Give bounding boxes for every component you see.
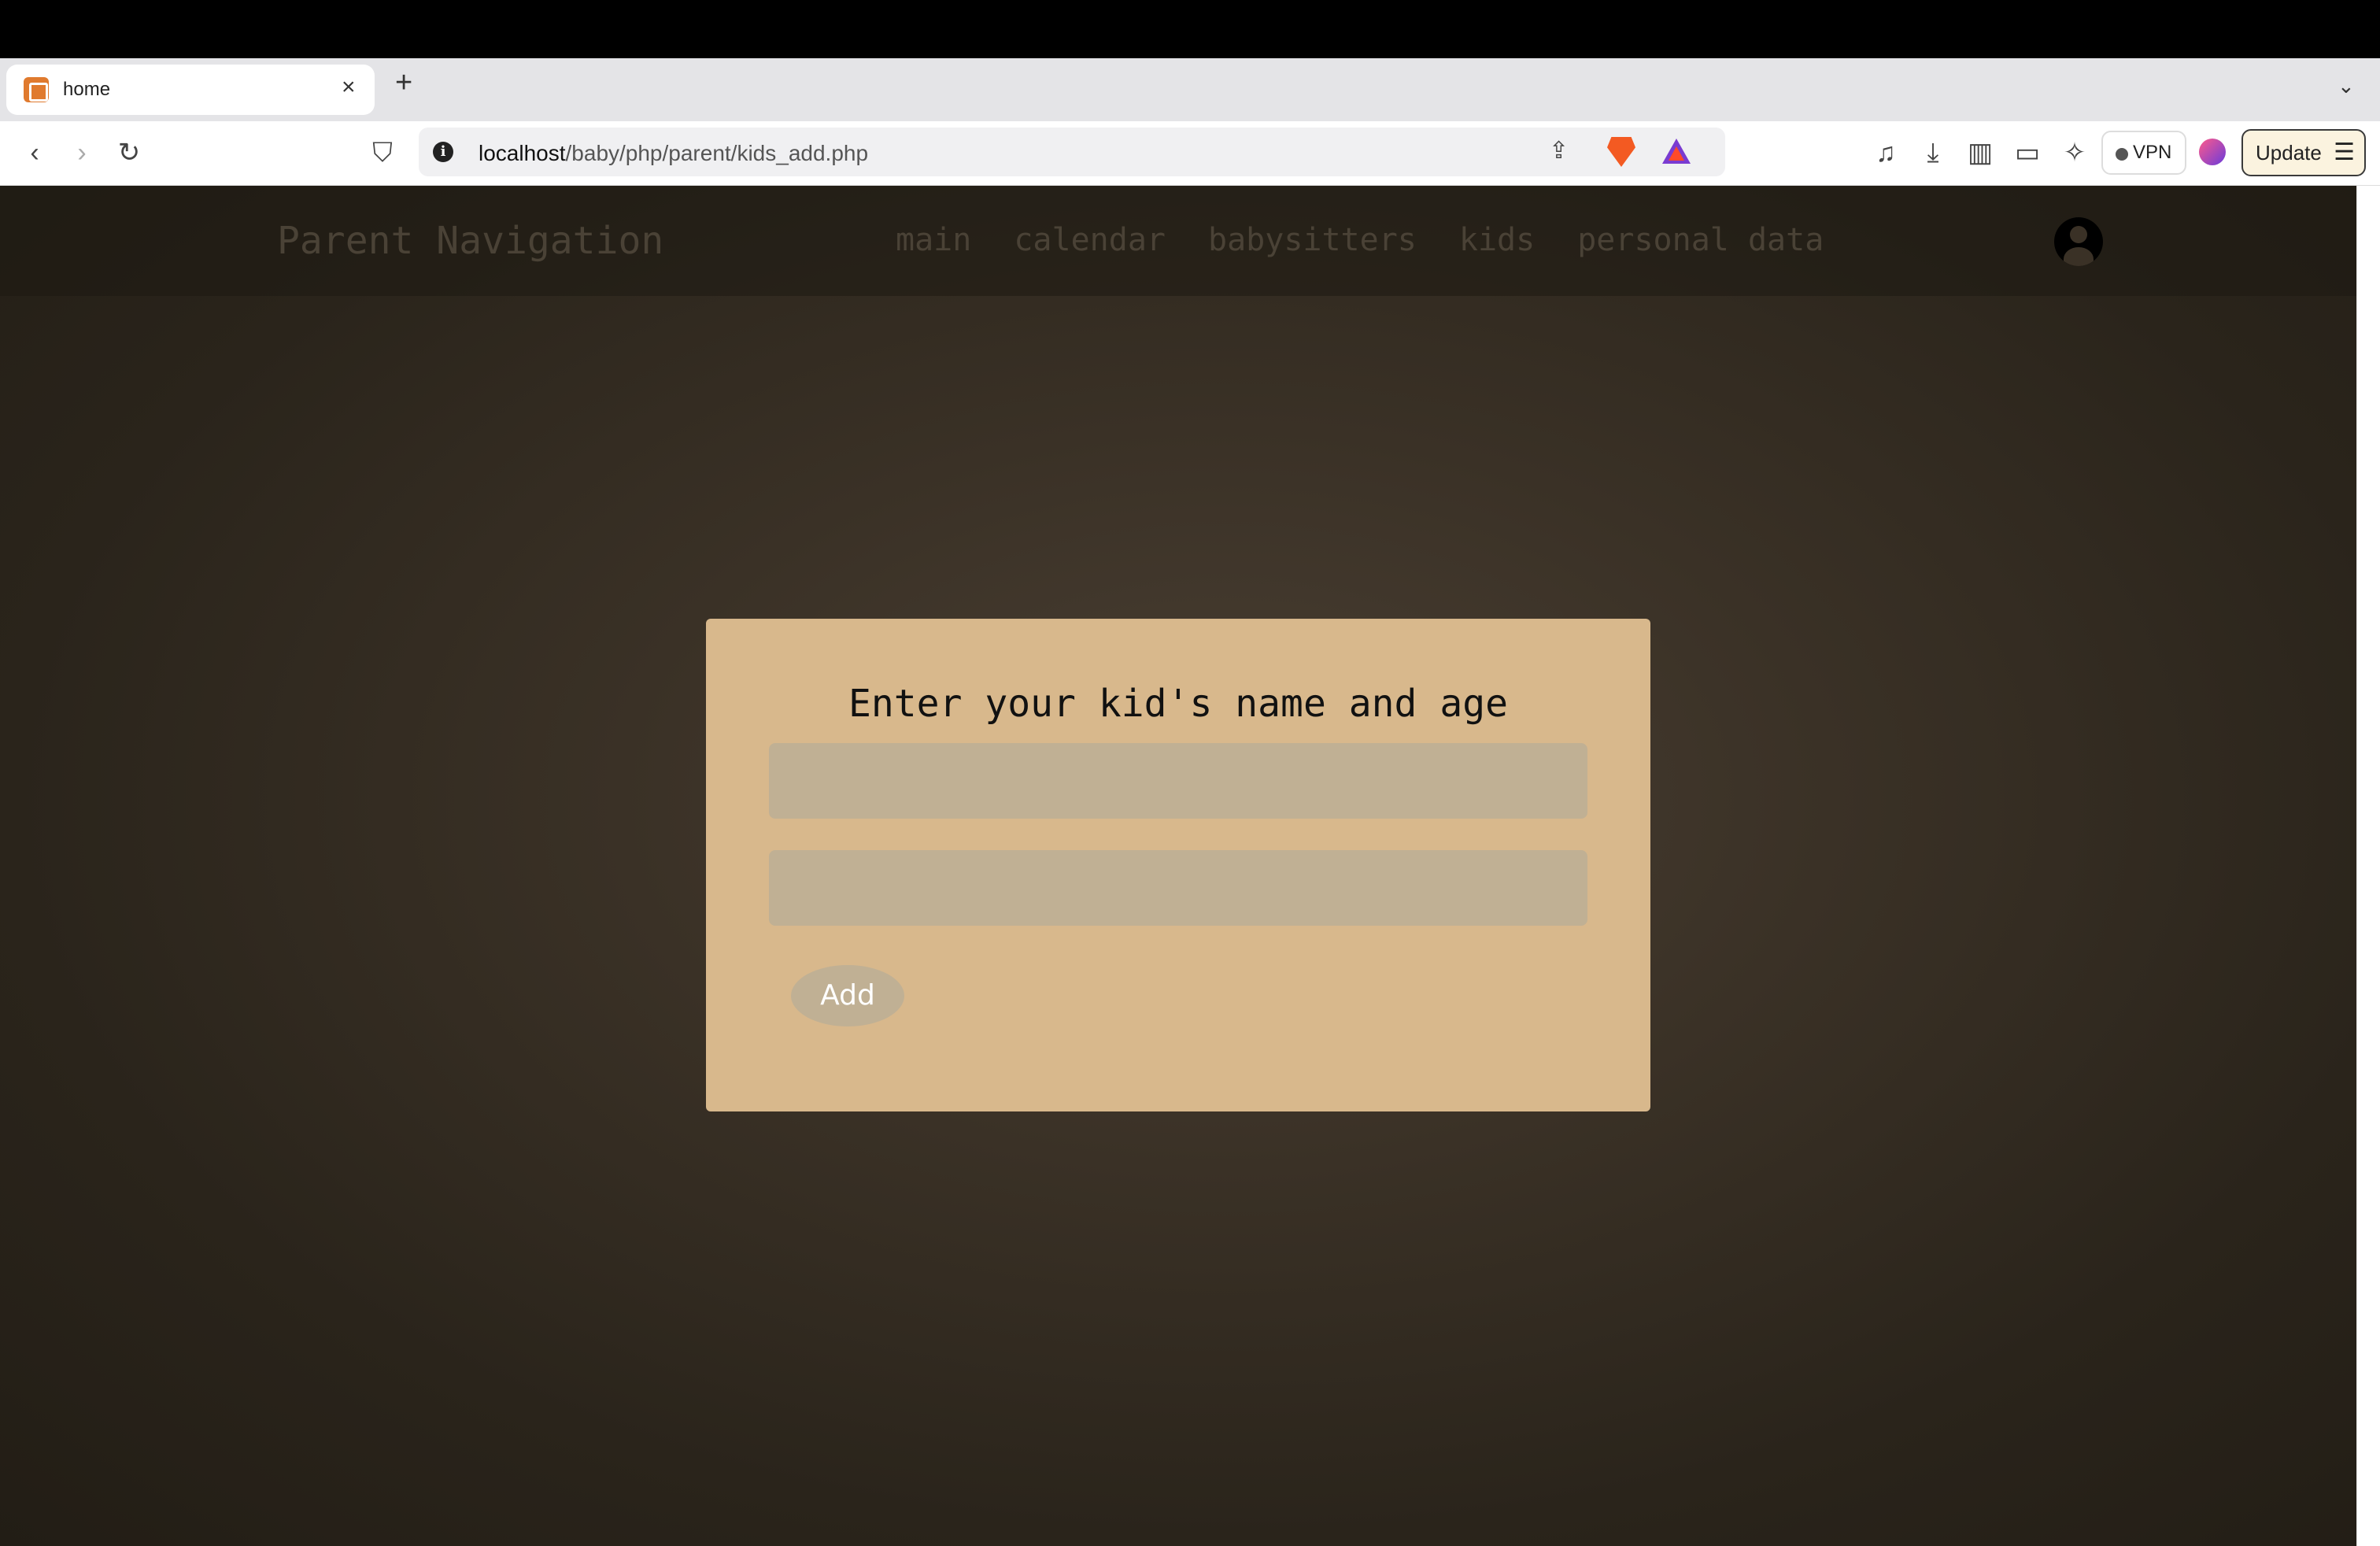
xampp-favicon-icon [24, 77, 49, 102]
scrollbar[interactable] [2356, 186, 2380, 1546]
share-icon[interactable]: ⇪ [1549, 137, 1569, 165]
reload-icon[interactable]: ↻ [112, 137, 146, 168]
profile-icon[interactable] [2199, 139, 2226, 165]
form-title: Enter your kid's name and age [848, 682, 1509, 726]
nav-link-personal-data[interactable]: personal data [1577, 222, 1824, 258]
url-path: /baby/php/parent/kids_add.php [565, 141, 869, 165]
nav-link-babysitters[interactable]: babysitters [1208, 222, 1417, 258]
update-label: Update [2256, 141, 2322, 165]
wallet-icon[interactable]: ▭ [2010, 137, 2045, 168]
nav-link-calendar[interactable]: calendar [1014, 222, 1166, 258]
tab-title: home [63, 79, 111, 100]
system-top-bar [0, 0, 2380, 58]
brave-rewards-icon[interactable] [1662, 139, 1691, 164]
chevron-down-icon[interactable]: ⌄ [2338, 74, 2355, 98]
vpn-button[interactable]: VPN [2101, 131, 2186, 175]
forward-icon[interactable]: › [65, 137, 99, 168]
url-text[interactable]: localhost/baby/php/parent/kids_add.php [479, 141, 868, 166]
nav-links: main calendar babysitters kids personal … [896, 222, 1824, 258]
kid-name-input[interactable] [769, 743, 1587, 819]
leo-ai-icon[interactable]: ✧ [2057, 137, 2092, 168]
user-avatar-icon[interactable] [2054, 217, 2103, 266]
menu-icon: ☰ [2334, 139, 2355, 165]
url-host: localhost [479, 141, 566, 165]
new-tab-button[interactable]: + [395, 68, 412, 98]
bookmark-icon[interactable]: ⛉ [365, 137, 400, 168]
tab-strip: home × + ⌄ [0, 58, 2380, 121]
download-icon[interactable]: ⤓ [1916, 137, 1950, 168]
site-navigation: Parent Navigation main calendar babysitt… [0, 186, 2356, 296]
page-viewport: Parent Navigation main calendar babysitt… [0, 186, 2356, 1546]
vpn-label: VPN [2133, 142, 2172, 163]
browser-toolbar: ‹ › ↻ ⛉ i localhost/baby/php/parent/kids… [0, 121, 2380, 186]
sidebar-icon[interactable]: ▥ [1963, 137, 1998, 168]
brave-shields-icon[interactable] [1607, 137, 1635, 167]
back-icon[interactable]: ‹ [17, 137, 52, 168]
media-icon[interactable]: ♫ [1868, 137, 1903, 168]
info-icon[interactable]: i [433, 142, 453, 162]
tab-home[interactable]: home × [6, 65, 375, 115]
update-button[interactable]: Update ☰ [2241, 129, 2366, 176]
vpn-status-icon [2116, 148, 2128, 161]
close-icon[interactable]: × [342, 76, 356, 99]
nav-link-main[interactable]: main [896, 222, 971, 258]
add-kid-form: Enter your kid's name and age Add [706, 619, 1650, 1111]
add-button[interactable]: Add [791, 965, 904, 1026]
site-brand[interactable]: Parent Navigation [277, 219, 663, 263]
nav-link-kids[interactable]: kids [1459, 222, 1535, 258]
address-bar[interactable]: i localhost/baby/php/parent/kids_add.php… [419, 128, 1725, 176]
kid-age-input[interactable] [769, 850, 1587, 926]
